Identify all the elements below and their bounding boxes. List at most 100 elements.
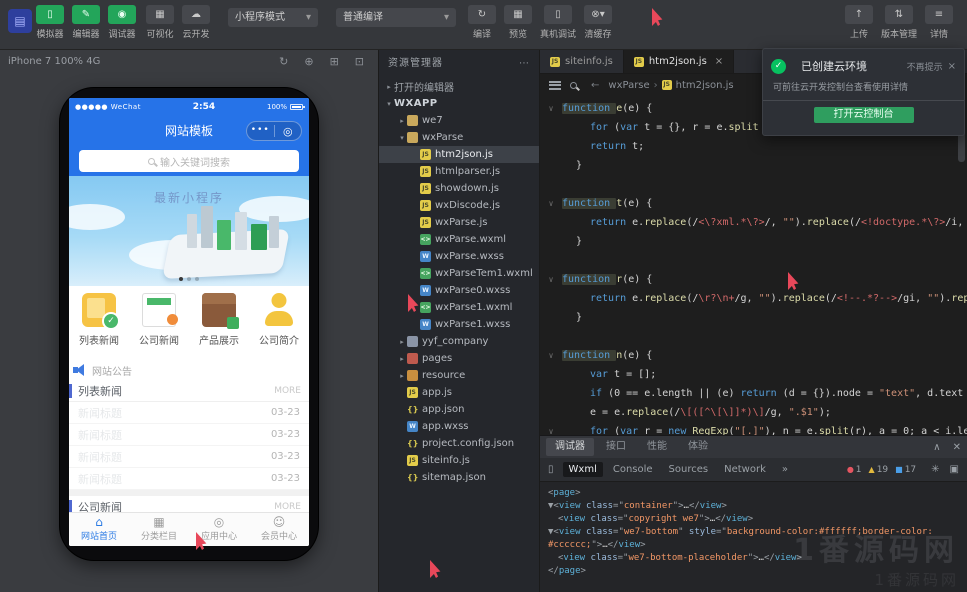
- compile-mode-dropdown[interactable]: 普通编译 ▾: [336, 8, 456, 27]
- wxml-line[interactable]: #cccccc;">…</view>: [540, 539, 967, 552]
- project-action-button[interactable]: ≡ 详情: [925, 5, 953, 40]
- more-link[interactable]: MORE: [274, 386, 301, 396]
- project-action-button[interactable]: ↑ 上传: [844, 5, 873, 40]
- file-tree-item[interactable]: ▸ yyf_company: [379, 333, 539, 350]
- tabbar-item[interactable]: ☺ 会员中心: [249, 513, 309, 546]
- file-tree-item[interactable]: ▸ 打开的编辑器: [379, 78, 539, 95]
- project-action-button[interactable]: ⇅ 版本管理: [881, 5, 917, 40]
- editor-tab[interactable]: JS siteinfo.js: [540, 50, 624, 73]
- close-icon[interactable]: ×: [715, 56, 723, 67]
- devtools-tab-wxml[interactable]: Wxml: [562, 462, 603, 477]
- screenshot-icon[interactable]: ⊞: [330, 55, 339, 68]
- device-toggle-icon[interactable]: ▯: [548, 464, 554, 475]
- mode-dropdown[interactable]: 小程序模式 ▾: [228, 8, 318, 27]
- detach-icon[interactable]: ⊡: [355, 55, 364, 68]
- file-tree-item[interactable]: WwxParse.wxss: [379, 248, 539, 265]
- file-tree-item[interactable]: <> wxParse.wxml: [379, 231, 539, 248]
- file-tree-item[interactable]: ▾ wxParse: [379, 129, 539, 146]
- news-row[interactable]: 新闻标题 03-23: [69, 402, 309, 424]
- file-tree-item[interactable]: JS siteinfo.js: [379, 452, 539, 469]
- action-button[interactable]: ▦ 预览: [504, 5, 532, 40]
- fold-icon[interactable]: ∨: [540, 270, 562, 289]
- file-tree-item[interactable]: JS showdown.js: [379, 180, 539, 197]
- file-tree-item[interactable]: ▾ WXAPP: [379, 95, 539, 112]
- community-icon[interactable]: ▤: [8, 9, 32, 33]
- file-tree-item[interactable]: JS app.js: [379, 384, 539, 401]
- devtools-tab-network[interactable]: Network: [718, 462, 772, 477]
- fold-icon[interactable]: ∨: [540, 194, 562, 213]
- wxml-line[interactable]: <view class="we7-bottom-placeholder">…</…: [540, 552, 967, 565]
- file-tree-item[interactable]: JS wxParse.js: [379, 214, 539, 231]
- grid-item[interactable]: 公司新闻: [129, 286, 189, 360]
- back-icon[interactable]: ←: [591, 80, 599, 91]
- devtools-tab-sources[interactable]: Sources: [663, 462, 715, 477]
- banner-carousel[interactable]: 最新小程序: [69, 176, 309, 286]
- breadcrumb-folder[interactable]: wxParse: [608, 80, 649, 91]
- more-icon[interactable]: •••: [247, 122, 274, 140]
- tool-button[interactable]: ▦ 可视化: [146, 5, 174, 40]
- wxml-line[interactable]: <view class="copyright we7">…</view>: [540, 513, 967, 526]
- fold-icon[interactable]: ∨: [540, 99, 562, 118]
- fold-icon[interactable]: ∨: [540, 346, 562, 365]
- file-tree-item[interactable]: WwxParse1.wxss: [379, 316, 539, 333]
- file-tree-item[interactable]: JS htm2json.js: [379, 146, 539, 163]
- device-selector[interactable]: iPhone 7 100% 4G: [8, 56, 100, 67]
- code-area[interactable]: ∨ function e(e) { for (var t = {}, r = e.…: [540, 96, 967, 435]
- collapse-icon[interactable]: ∧: [933, 442, 940, 453]
- rotate-icon[interactable]: ↻: [279, 55, 288, 68]
- breadcrumb-file[interactable]: htm2json.js: [676, 80, 734, 91]
- error-badge[interactable]: ● 1: [847, 465, 862, 475]
- grid-item[interactable]: 公司简介: [249, 286, 309, 360]
- file-tree-item[interactable]: JS htmlparser.js: [379, 163, 539, 180]
- wechat-capsule[interactable]: ••• ◎: [246, 121, 302, 141]
- fold-icon[interactable]: ∨: [540, 422, 562, 435]
- grid-item[interactable]: 产品展示: [189, 286, 249, 360]
- file-tree-item[interactable]: WwxParse0.wxss: [379, 282, 539, 299]
- news-row[interactable]: 新闻标题 03-23: [69, 424, 309, 446]
- close-icon[interactable]: ✕: [953, 442, 961, 453]
- wxml-tree[interactable]: <page> ▼<view class="container">…</view> <…: [540, 482, 967, 583]
- file-tree-item[interactable]: {} project.config.json: [379, 435, 539, 452]
- file-tree-item[interactable]: Wapp.wxss: [379, 418, 539, 435]
- wxml-line[interactable]: </page>: [540, 565, 967, 578]
- file-tree-item[interactable]: <> wxParseTem1.wxml: [379, 265, 539, 282]
- gear-icon[interactable]: ✳: [931, 464, 939, 475]
- file-tree-item[interactable]: JS wxDiscode.js: [379, 197, 539, 214]
- info-badge[interactable]: ■ 17: [895, 465, 916, 475]
- news-row[interactable]: 新闻标题 03-23: [69, 446, 309, 468]
- zoom-icon[interactable]: ⊕: [304, 55, 313, 68]
- wxml-line[interactable]: ▼<view class="we7-bottom" style="backgro…: [540, 526, 967, 539]
- warning-badge[interactable]: ▲ 19: [869, 465, 889, 475]
- wxml-line[interactable]: <page>: [540, 487, 967, 500]
- file-tree-item[interactable]: <> wxParse1.wxml: [379, 299, 539, 316]
- grid-item[interactable]: 列表新闻: [69, 286, 129, 360]
- panel-toggle-button[interactable]: ✎ 编辑器: [72, 5, 100, 40]
- explorer-menu-icon[interactable]: ⋯: [519, 50, 530, 78]
- panel-toggle-button[interactable]: ▯ 模拟器: [36, 5, 64, 40]
- action-button[interactable]: ⊗▾ 清缓存: [584, 5, 613, 40]
- file-tree-item[interactable]: ▸ pages: [379, 350, 539, 367]
- debugger-panel-tab[interactable]: 调试器: [546, 438, 594, 456]
- action-button[interactable]: ▯ 真机调试: [540, 5, 576, 40]
- action-button[interactable]: ↻ 编译: [468, 5, 496, 40]
- debugger-panel-tab[interactable]: 接口: [597, 438, 635, 456]
- debugger-panel-tab[interactable]: 体验: [679, 438, 717, 456]
- tool-button[interactable]: ☁ 云开发: [182, 5, 210, 40]
- open-cloud-console-button[interactable]: 打开云控制台: [813, 107, 914, 123]
- news-row[interactable]: 新闻标题 03-23: [69, 468, 309, 490]
- file-tree-item[interactable]: ▸ resource: [379, 367, 539, 384]
- file-tree-item[interactable]: ▸ we7: [379, 112, 539, 129]
- file-tree-item[interactable]: {} app.json: [379, 401, 539, 418]
- search-icon[interactable]: [570, 81, 577, 89]
- menu-icon[interactable]: [549, 80, 561, 90]
- announcement-bar[interactable]: 网站公告: [69, 360, 309, 380]
- close-circle-icon[interactable]: ◎: [275, 122, 302, 140]
- search-input[interactable]: 输入关键词搜索: [79, 150, 299, 172]
- devtools-tab-console[interactable]: Console: [607, 462, 659, 477]
- file-tree-item[interactable]: {} sitemap.json: [379, 469, 539, 486]
- devtools-tab-»[interactable]: »: [776, 462, 794, 477]
- tabbar-item[interactable]: ⌂ 网站首页: [69, 513, 129, 546]
- wxml-line[interactable]: ▼<view class="container">…</view>: [540, 500, 967, 513]
- editor-tab[interactable]: JS htm2json.js ×: [623, 50, 735, 73]
- close-icon[interactable]: ×: [948, 61, 956, 72]
